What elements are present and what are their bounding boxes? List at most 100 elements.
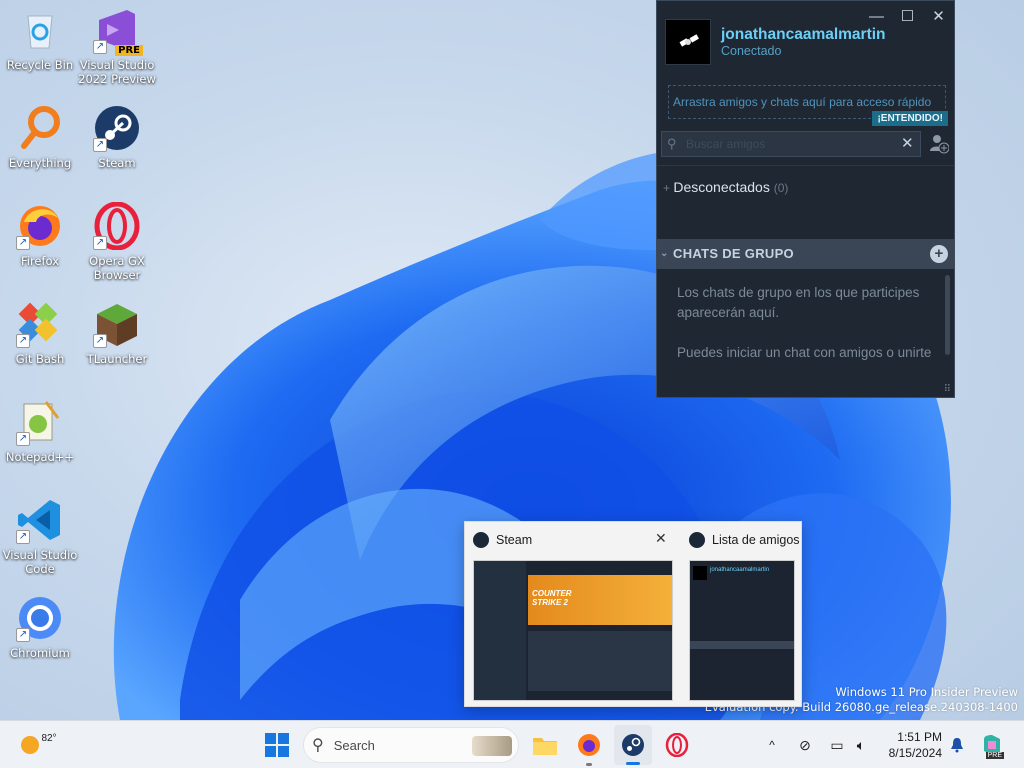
- taskbar: 82° ⚲ Search ^ ⊘ ▭ 🔈︎ 1:51 PM 8/15/2024 …: [0, 720, 1024, 768]
- steam-icon: [689, 532, 705, 548]
- desktop-icon-everything[interactable]: Everything: [0, 104, 80, 170]
- user-profile[interactable]: jonathancaamalmartin Conectado: [665, 19, 886, 65]
- got-it-button[interactable]: ¡ENTENDIDO!: [872, 111, 948, 126]
- shortcut-arrow-icon: ↗: [16, 432, 30, 446]
- git-bash-icon: ↗: [16, 300, 64, 348]
- resize-grip-icon[interactable]: ⠿: [944, 384, 951, 395]
- windows-logo-icon: [265, 733, 289, 757]
- shortcut-arrow-icon: ↗: [16, 530, 30, 544]
- weather-temp: 82°: [41, 732, 57, 744]
- game-banner-text: COUNTER STRIKE 2: [532, 589, 572, 607]
- notification-bell-icon[interactable]: [946, 721, 968, 768]
- steam-thumb-title[interactable]: Steam: [473, 532, 532, 548]
- opera-gx-icon: [665, 733, 689, 757]
- offline-label: Desconectados: [673, 179, 770, 195]
- friends-thumb-label: Lista de amigos: [712, 533, 800, 547]
- steam-icon: ↗: [93, 104, 141, 152]
- group-chats-text-2: Puedes iniciar un chat con amigos o unir…: [677, 345, 932, 360]
- desktop-icon-vscode[interactable]: ↗ Visual Studio Code: [0, 496, 80, 576]
- tlauncher-icon: ↗: [93, 300, 141, 348]
- recycle-bin-icon: [16, 6, 64, 54]
- taskbar-search-box[interactable]: ⚲ Search: [303, 727, 519, 763]
- desktop-icon-label: Firefox: [20, 254, 60, 268]
- close-button[interactable]: ✕: [923, 1, 954, 33]
- desktop-icon-label: TLauncher: [86, 352, 148, 366]
- file-explorer-button[interactable]: [526, 721, 564, 768]
- shortcut-arrow-icon: ↗: [93, 40, 107, 54]
- search-placeholder: Search: [333, 737, 375, 753]
- chromium-icon: ↗: [16, 594, 64, 642]
- search-highlight-image-icon: [472, 736, 512, 756]
- desktop-icon-label: Everything: [8, 156, 72, 170]
- offline-group[interactable]: + Desconectados (0): [663, 179, 788, 195]
- shortcut-arrow-icon: ↗: [16, 236, 30, 250]
- desktop-icon-recycle-bin[interactable]: Recycle Bin: [0, 6, 80, 72]
- desktop-icon-label: Git Bash: [15, 352, 65, 366]
- clock-time: 1:51 PM: [897, 730, 942, 744]
- taskbar-thumbnail-popup: Steam ✕ COUNTER STRIKE 2 Lista de amigos…: [464, 521, 802, 707]
- clock[interactable]: 1:51 PM 8/15/2024: [882, 729, 942, 761]
- shortcut-arrow-icon: ↗: [93, 236, 107, 250]
- desktop-icon-label: Opera GX Browser: [89, 254, 145, 282]
- mini-username: jonathancaamalmartin: [710, 567, 770, 573]
- group-chats-empty-text: Los chats de grupo en los que participes…: [677, 283, 932, 383]
- desktop-icon-chromium[interactable]: ↗ Chromium: [0, 594, 80, 660]
- group-chats-text-1: Los chats de grupo en los que participes…: [677, 285, 920, 320]
- desktop-icon-label: Notepad++: [5, 450, 75, 464]
- shortcut-arrow-icon: ↗: [93, 138, 107, 152]
- desktop-icon-git-bash[interactable]: ↗ Git Bash: [0, 300, 80, 366]
- avatar[interactable]: [665, 19, 711, 65]
- desktop-icon-firefox[interactable]: ↗ Firefox: [0, 202, 80, 268]
- desktop-icon-label: Visual Studio Code: [2, 548, 78, 576]
- desktop-icon-steam[interactable]: ↗ Steam: [77, 104, 157, 170]
- copilot-icon[interactable]: PRE: [976, 721, 1008, 768]
- firefox-icon: [578, 734, 600, 756]
- weather-widget[interactable]: 82°: [14, 721, 64, 768]
- desktop-icon-visual-studio[interactable]: ↗ PRE Visual Studio 2022 Preview: [77, 6, 157, 86]
- desktop-icon-notepad-plus-plus[interactable]: ↗ Notepad++: [0, 398, 80, 464]
- desktop-icon-label: Visual Studio 2022 Preview: [78, 58, 156, 86]
- folder-icon: [533, 738, 557, 755]
- show-hidden-icons-button[interactable]: ^: [762, 721, 782, 768]
- notepad-plus-plus-icon: ↗: [16, 398, 64, 446]
- pre-badge: PRE: [115, 45, 143, 56]
- steam-taskbar-button[interactable]: [614, 725, 652, 765]
- opera-gx-taskbar-button[interactable]: [658, 721, 696, 768]
- chevron-down-icon: ⌄: [660, 248, 669, 259]
- running-indicator: [586, 763, 592, 766]
- steam-friends-window[interactable]: — ☐ ✕ jonathancaamalmartin Conectado Arr…: [656, 0, 955, 398]
- opera-gx-icon: ↗: [93, 201, 141, 251]
- firefox-icon: ↗: [16, 202, 64, 250]
- shortcut-arrow-icon: ↗: [16, 628, 30, 642]
- friends-thumb-title[interactable]: Lista de amigos: [689, 532, 800, 548]
- clear-search-button[interactable]: ✕: [901, 134, 914, 152]
- steam-icon: [622, 734, 644, 756]
- steam-window-thumbnail[interactable]: COUNTER STRIKE 2: [473, 560, 673, 701]
- pre-badge: PRE: [985, 752, 1004, 759]
- start-button[interactable]: [258, 721, 296, 768]
- desktop-icon-tlauncher[interactable]: ↗ TLauncher: [77, 300, 157, 366]
- username[interactable]: jonathancaamalmartin: [721, 26, 886, 44]
- desktop-icon-opera-gx[interactable]: ↗ Opera GX Browser: [77, 201, 157, 282]
- status-text: Conectado: [721, 44, 782, 58]
- network-offline-icon[interactable]: ⊘: [794, 721, 816, 768]
- scrollbar[interactable]: [945, 275, 950, 355]
- expand-icon: +: [663, 181, 674, 195]
- add-group-chat-icon[interactable]: +: [930, 245, 948, 263]
- visual-studio-icon: ↗ PRE: [93, 6, 143, 56]
- desktop-icon-label: Recycle Bin: [6, 58, 74, 72]
- maximize-button[interactable]: ☐: [892, 1, 923, 33]
- vscode-icon: ↗: [16, 496, 64, 544]
- desktop-icon-label: Chromium: [10, 646, 70, 660]
- friend-search-input[interactable]: Buscar amigos: [661, 131, 921, 157]
- friends-window-thumbnail[interactable]: jonathancaamalmartin: [689, 560, 795, 701]
- close-icon[interactable]: ✕: [655, 530, 667, 547]
- firefox-taskbar-button[interactable]: [570, 721, 608, 768]
- volume-icon[interactable]: 🔈︎: [850, 721, 872, 768]
- everything-search-icon: [16, 104, 64, 152]
- group-chats-header[interactable]: ⌄ CHATS DE GRUPO +: [657, 239, 954, 269]
- display-icon[interactable]: ▭: [826, 721, 848, 768]
- add-friend-icon[interactable]: [929, 133, 950, 155]
- steam-thumb-label: Steam: [496, 533, 533, 547]
- shortcut-arrow-icon: ↗: [93, 334, 107, 348]
